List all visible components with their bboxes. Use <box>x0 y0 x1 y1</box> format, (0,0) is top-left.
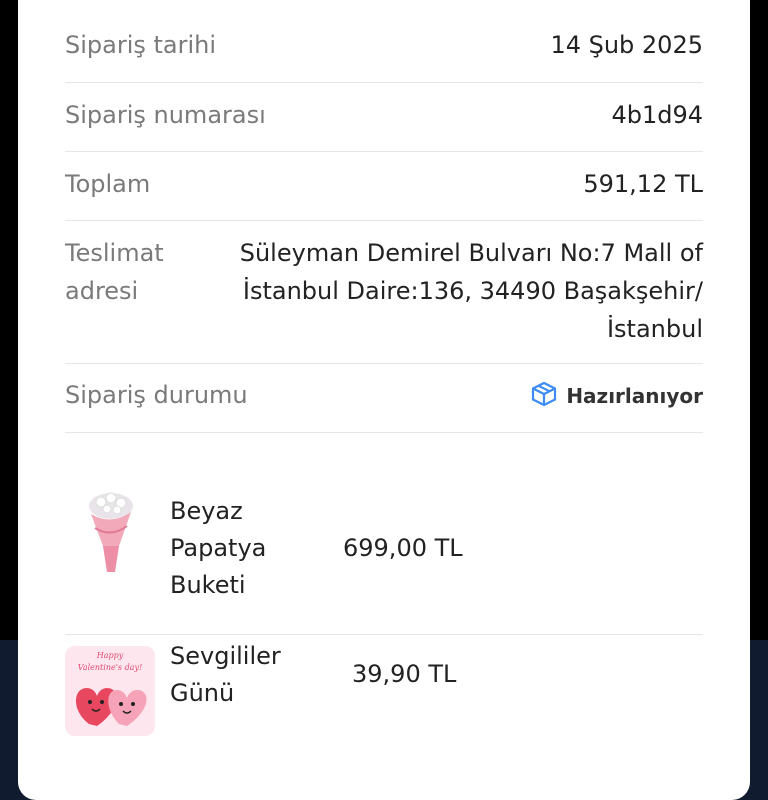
product-item[interactable]: Beyaz Papatya Buketi 699,00 TL <box>65 480 703 635</box>
order-date-row: Sipariş tarihi 14 Şub 2025 <box>65 26 703 83</box>
order-status-badge: Hazırlanıyor <box>530 378 703 414</box>
order-details-card: Sipariş tarihi 14 Şub 2025 Sipariş numar… <box>18 0 750 800</box>
order-date-value: 14 Şub 2025 <box>550 31 703 59</box>
product-name: Sevgililer Günü <box>170 642 281 707</box>
order-number-row: Sipariş numarası 4b1d94 <box>65 96 703 152</box>
product-name: Beyaz Papatya Buketi <box>170 497 267 599</box>
product-item[interactable]: Happy Valentine's day! Sevgililer Günü 3… <box>65 635 703 768</box>
svg-text:Valentine's day!: Valentine's day! <box>78 663 142 672</box>
order-total-value: 591,12 TL <box>583 170 703 198</box>
box-icon <box>530 380 558 412</box>
order-date-label: Sipariş tarihi <box>65 31 217 59</box>
svg-text:Happy: Happy <box>96 651 124 660</box>
order-total-label: Toplam <box>65 170 151 198</box>
order-number-label: Sipariş numarası <box>65 101 266 129</box>
flower-bouquet-image <box>81 486 141 576</box>
order-status-value: Hazırlanıyor <box>566 384 703 408</box>
order-status-label: Sipariş durumu <box>65 381 248 409</box>
valentine-card-image: Happy Valentine's day! <box>65 646 155 736</box>
product-price: 39,90 TL <box>352 660 457 688</box>
order-total-row: Toplam 591,12 TL <box>65 165 703 221</box>
order-number-value: 4b1d94 <box>611 101 703 129</box>
delivery-address-value: Süleyman Demirel Bulvarı No:7 Mall of İs… <box>239 239 703 343</box>
delivery-address-label: Teslimat adresi <box>65 239 164 305</box>
order-status-row: Sipariş durumu Hazırlanıyor <box>65 376 703 433</box>
product-price: 699,00 TL <box>343 534 463 562</box>
delivery-address-row: Teslimat adresi Süleyman Demirel Bulvarı… <box>65 234 703 364</box>
